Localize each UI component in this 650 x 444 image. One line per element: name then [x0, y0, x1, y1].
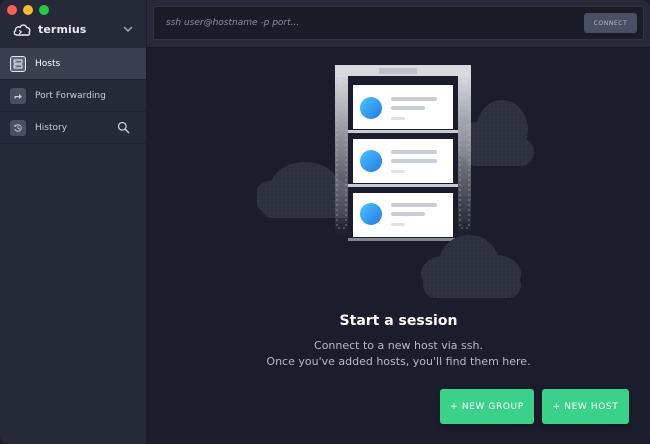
quick-connect-field: CONNECT: [153, 6, 644, 40]
app-name: termius: [38, 22, 87, 36]
search-icon[interactable]: [117, 121, 130, 134]
main-panel: CONNECT: [147, 0, 650, 444]
sidebar-item-port-forwarding[interactable]: Port Forwarding: [0, 80, 146, 112]
sidebar-item-label: Hosts: [35, 58, 61, 69]
ssh-command-input[interactable]: [166, 16, 556, 30]
history-icon: [10, 119, 26, 136]
new-group-button[interactable]: + NEW GROUP: [440, 389, 534, 424]
empty-state-title: Start a session: [339, 313, 458, 329]
close-window-button[interactable]: [7, 5, 17, 15]
account-switcher[interactable]: termius: [12, 18, 134, 40]
sidebar-item-label: Port Forwarding: [35, 90, 106, 101]
host-card-illustration: [353, 193, 453, 237]
host-card-illustration: [353, 85, 453, 129]
sidebar: termius Hosts Port Forwarding History: [0, 0, 147, 444]
zoom-window-button[interactable]: [39, 5, 49, 15]
new-host-button[interactable]: + NEW HOST: [542, 389, 629, 424]
minimize-window-button[interactable]: [23, 5, 33, 15]
cloud-right-bottom: [421, 235, 521, 298]
chevron-down-icon[interactable]: [122, 23, 134, 35]
sidebar-item-label: History: [35, 122, 68, 133]
empty-state-line-1: Connect to a new host via ssh.: [314, 339, 483, 352]
arrow-forward-icon: [10, 87, 26, 104]
connect-button[interactable]: CONNECT: [584, 13, 637, 33]
sidebar-item-hosts[interactable]: Hosts: [0, 48, 146, 80]
sidebar-item-history[interactable]: History: [0, 112, 146, 144]
sidebar-nav: Hosts Port Forwarding History: [0, 48, 146, 144]
host-card-illustration: [353, 139, 453, 183]
window-controls: [7, 5, 49, 15]
empty-state-line-2: Once you've added hosts, you'll find the…: [266, 355, 531, 368]
quick-connect-bar: CONNECT: [147, 0, 650, 48]
server-icon: [10, 55, 26, 72]
termius-logo-icon: [13, 24, 31, 36]
server-rack-illustration: [257, 65, 534, 298]
app-window: termius Hosts Port Forwarding History ss…: [0, 0, 650, 444]
